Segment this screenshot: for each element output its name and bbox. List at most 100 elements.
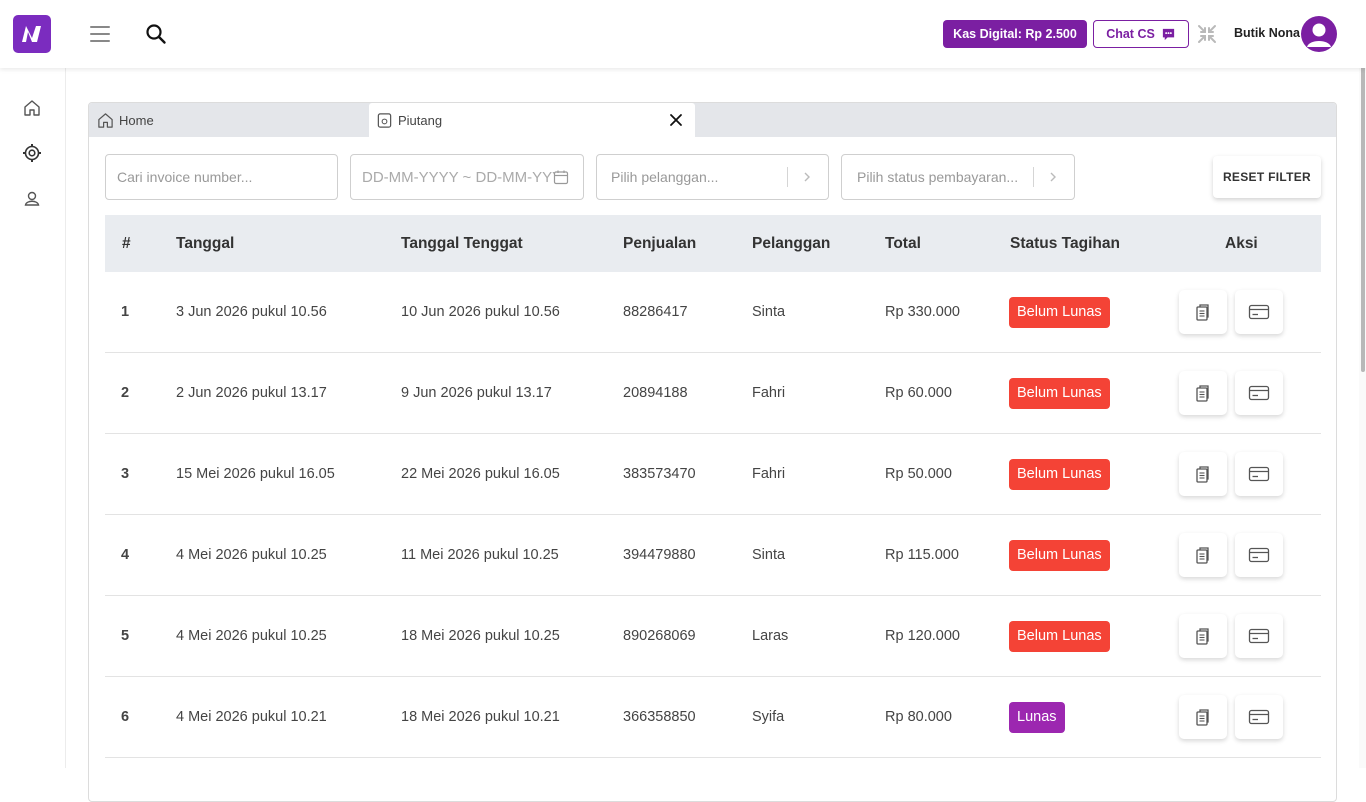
- user-icon[interactable]: [22, 189, 42, 209]
- column-header[interactable]: Tanggal Tenggat: [401, 235, 523, 253]
- row-number: 6: [121, 709, 130, 725]
- detail-button[interactable]: [1179, 371, 1227, 415]
- reset-filter-button[interactable]: RESET FILTER: [1213, 156, 1321, 198]
- status-pembayaran-select[interactable]: Pilih status pembayaran...: [841, 154, 1075, 200]
- column-header[interactable]: Total: [885, 235, 921, 253]
- tanggal-tenggat-cell: 18 Mei 2026 pukul 10.21: [401, 709, 560, 725]
- date-range-input[interactable]: DD-MM-YYYY ~ DD-MM-YYYY: [350, 154, 584, 200]
- status-badge: Belum Lunas: [1009, 296, 1110, 328]
- table-body: 1 3 Jun 2026 pukul 10.56 10 Jun 2026 puk…: [105, 272, 1321, 758]
- tab-strip: Home Piutang: [89, 103, 1336, 137]
- receipt-icon: [377, 112, 392, 128]
- column-header[interactable]: Status Tagihan: [1010, 235, 1120, 253]
- table-row[interactable]: 1 3 Jun 2026 pukul 10.56 10 Jun 2026 puk…: [105, 272, 1321, 353]
- tanggal-cell: 4 Mei 2026 pukul 10.21: [176, 709, 327, 725]
- table-header: # Tanggal Tanggal Tenggat Penjualan Pela…: [105, 215, 1321, 272]
- invoice-search-input[interactable]: Cari invoice number...: [105, 154, 338, 200]
- clipboard-icon: [1196, 709, 1209, 726]
- avatar[interactable]: [1301, 16, 1337, 52]
- menu-toggle-button[interactable]: [90, 26, 110, 42]
- total-cell: Rp 330.000: [885, 304, 960, 320]
- status-badge: Belum Lunas: [1009, 620, 1110, 652]
- select-divider: [1033, 167, 1034, 187]
- table-row[interactable]: 6 4 Mei 2026 pukul 10.21 18 Mei 2026 puk…: [105, 677, 1321, 758]
- row-number: 4: [121, 547, 130, 563]
- total-cell: Rp 60.000: [885, 385, 952, 401]
- invoice-search-placeholder: Cari invoice number...: [117, 169, 253, 185]
- chevron-right-icon: [804, 172, 810, 182]
- penjualan-cell[interactable]: 394479880: [623, 547, 696, 563]
- table-row[interactable]: 4 4 Mei 2026 pukul 10.25 11 Mei 2026 puk…: [105, 515, 1321, 596]
- penjualan-cell[interactable]: 88286417: [623, 304, 688, 320]
- total-cell: Rp 50.000: [885, 466, 952, 482]
- status-badge: Belum Lunas: [1009, 539, 1110, 571]
- tanggal-tenggat-cell: 11 Mei 2026 pukul 10.25: [401, 547, 559, 563]
- home-icon[interactable]: [22, 98, 42, 118]
- column-header[interactable]: Penjualan: [623, 235, 696, 253]
- chat-bubble-icon: [1162, 28, 1174, 40]
- status-badge-wrap: Lunas: [1009, 701, 1065, 733]
- clipboard-icon: [1196, 385, 1209, 402]
- pelanggan-cell: Syifa: [752, 709, 785, 725]
- status-badge-wrap: Belum Lunas: [1009, 539, 1110, 571]
- app-logo[interactable]: [13, 15, 51, 53]
- row-number: 5: [121, 628, 130, 644]
- user-name: Butik Nona: [1234, 26, 1300, 40]
- card-icon: [1248, 304, 1270, 320]
- status-badge-wrap: Belum Lunas: [1009, 296, 1110, 328]
- status-badge: Belum Lunas: [1009, 458, 1110, 490]
- detail-button[interactable]: [1179, 533, 1227, 577]
- card-icon: [1248, 628, 1270, 644]
- search-icon[interactable]: [145, 23, 167, 45]
- settings-icon[interactable]: [22, 143, 42, 163]
- tanggal-tenggat-cell: 18 Mei 2026 pukul 10.25: [401, 628, 560, 644]
- detail-button[interactable]: [1179, 452, 1227, 496]
- table-row[interactable]: 2 2 Jun 2026 pukul 13.17 9 Jun 2026 puku…: [105, 353, 1321, 434]
- status-badge-wrap: Belum Lunas: [1009, 620, 1110, 652]
- payment-button[interactable]: [1235, 695, 1283, 739]
- penjualan-cell[interactable]: 366358850: [623, 709, 696, 725]
- row-number: 1: [121, 304, 130, 320]
- table-row[interactable]: 5 4 Mei 2026 pukul 10.25 18 Mei 2026 puk…: [105, 596, 1321, 677]
- card-icon: [1248, 709, 1270, 725]
- payment-button[interactable]: [1235, 452, 1283, 496]
- pelanggan-cell: Sinta: [752, 547, 786, 563]
- table-row[interactable]: 3 15 Mei 2026 pukul 16.05 22 Mei 2026 pu…: [105, 434, 1321, 515]
- main-panel: Home Piutang Cari invoice number... DD-M…: [88, 102, 1337, 802]
- penjualan-cell[interactable]: 890268069: [623, 628, 696, 644]
- logo-icon: [22, 26, 41, 42]
- column-header: Aksi: [1225, 234, 1258, 252]
- kas-digital-button[interactable]: Kas Digital: Rp 2.500: [943, 20, 1087, 48]
- close-icon[interactable]: [669, 113, 683, 127]
- tanggal-cell: 4 Mei 2026 pukul 10.25: [176, 628, 327, 644]
- collapse-icon[interactable]: [1197, 24, 1217, 44]
- select-divider: [787, 167, 788, 187]
- pelanggan-select[interactable]: Pilih pelanggan...: [596, 154, 829, 200]
- tab-piutang[interactable]: Piutang: [369, 103, 695, 137]
- home-icon: [98, 112, 113, 128]
- sidebar: [0, 68, 66, 768]
- total-cell: Rp 120.000: [885, 628, 960, 644]
- card-icon: [1248, 466, 1270, 482]
- tanggal-cell: 3 Jun 2026 pukul 10.56: [176, 304, 327, 320]
- status-badge: Lunas: [1009, 701, 1065, 733]
- penjualan-cell[interactable]: 383573470: [623, 466, 696, 482]
- payment-button[interactable]: [1235, 533, 1283, 577]
- penjualan-cell[interactable]: 20894188: [623, 385, 688, 401]
- detail-button[interactable]: [1179, 290, 1227, 334]
- payment-button[interactable]: [1235, 371, 1283, 415]
- tab-home[interactable]: Home: [89, 103, 369, 137]
- payment-button[interactable]: [1235, 290, 1283, 334]
- column-header[interactable]: #: [122, 235, 131, 253]
- column-header[interactable]: Pelanggan: [752, 235, 830, 253]
- detail-button[interactable]: [1179, 695, 1227, 739]
- chat-cs-button[interactable]: Chat CS: [1093, 20, 1189, 48]
- detail-button[interactable]: [1179, 614, 1227, 658]
- payment-button[interactable]: [1235, 614, 1283, 658]
- pelanggan-cell: Fahri: [752, 385, 786, 401]
- clipboard-icon: [1196, 304, 1209, 321]
- card-icon: [1248, 385, 1270, 401]
- status-badge-wrap: Belum Lunas: [1009, 377, 1110, 409]
- column-header[interactable]: Tanggal: [176, 235, 234, 253]
- clipboard-icon: [1196, 466, 1209, 483]
